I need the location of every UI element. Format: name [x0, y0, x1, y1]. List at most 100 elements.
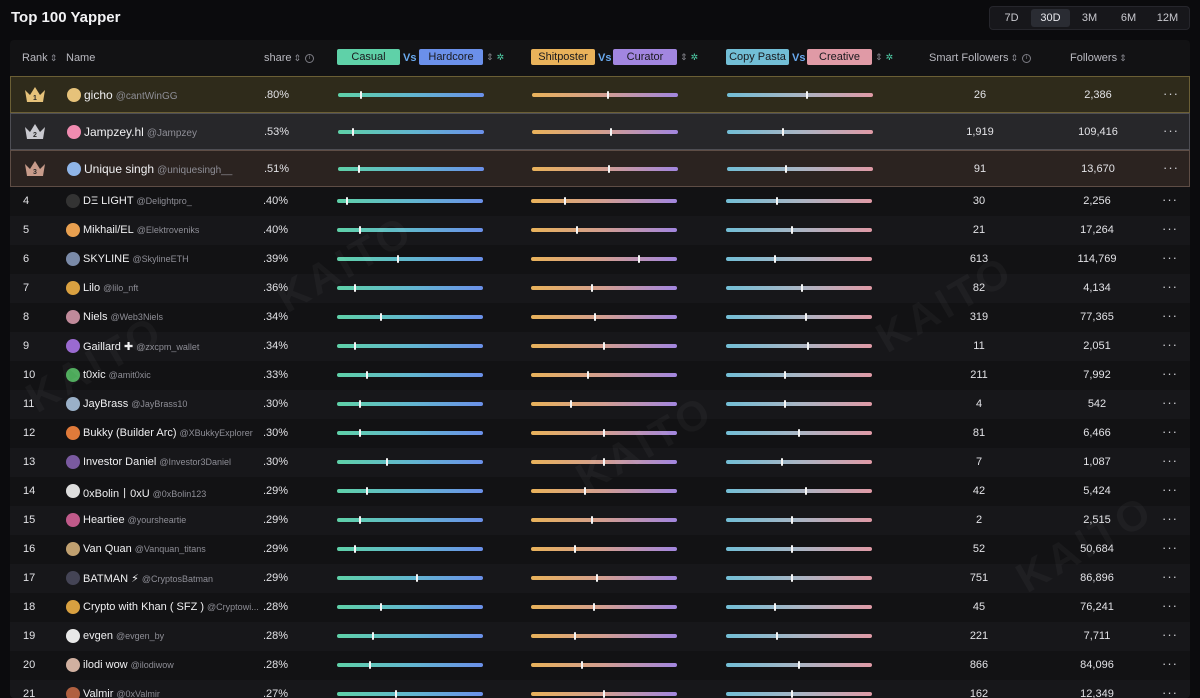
table-row[interactable]: 9 Gaillard ✚ @zxcpm_wallet .34% 11 2,051 ··· — [10, 332, 1190, 361]
avatar[interactable] — [67, 125, 81, 139]
period-7d[interactable]: 7D — [992, 9, 1031, 27]
table-row[interactable]: 18 Crypto with Khan ( SFZ ) @Cryptowi... .2… — [10, 593, 1190, 622]
user-name[interactable]: Unique singh @uniquesingh__ — [84, 162, 232, 176]
table-row-top[interactable]: 2 Jampzey.hl @Jampzey .53% 1,919 109,416 ··· — [10, 113, 1190, 150]
avatar[interactable] — [66, 629, 80, 643]
avatar[interactable] — [66, 397, 80, 411]
more-options-icon[interactable]: ··· — [1162, 424, 1178, 439]
table-row-top[interactable]: 3 Unique singh @uniquesingh__ .51% 91 13,670 ·… — [10, 150, 1190, 187]
avatar[interactable] — [66, 658, 80, 672]
hardcore-pill[interactable]: Hardcore — [419, 49, 483, 65]
user-name[interactable]: Heartiee @yoursheartie — [83, 514, 186, 526]
share-header[interactable]: share ⇕ i — [264, 52, 315, 64]
smart-followers-header[interactable]: Smart Followers ⇕ i — [929, 52, 1032, 64]
more-options-icon[interactable]: ··· — [1162, 511, 1178, 526]
more-options-icon[interactable]: ··· — [1162, 279, 1178, 294]
table-row[interactable]: 11 JayBrass @JayBrass10 .30% 4 542 ··· — [10, 390, 1190, 419]
user-name[interactable]: Crypto with Khan ( SFZ ) @Cryptowi... — [83, 601, 259, 613]
avatar[interactable] — [66, 513, 80, 527]
user-name[interactable]: evgen @evgen_by — [83, 630, 164, 642]
table-row-top[interactable]: 1 gicho @cantWinGG .80% 26 2,386 ··· — [10, 76, 1190, 113]
rank-header[interactable]: Rank ⇕ — [22, 52, 57, 64]
avatar[interactable] — [66, 426, 80, 440]
period-30d[interactable]: 30D — [1031, 9, 1070, 27]
avatar[interactable] — [66, 600, 80, 614]
avatar[interactable] — [67, 88, 81, 102]
table-row[interactable]: 15 Heartiee @yoursheartie .29% 2 2,515 ··· — [10, 506, 1190, 535]
more-options-icon[interactable]: ··· — [1162, 308, 1178, 323]
user-name[interactable]: Lilo @lilo_nft — [83, 282, 138, 294]
table-row[interactable]: 10 t0xic @amit0xic .33% 211 7,992 ··· — [10, 361, 1190, 390]
more-options-icon[interactable]: ··· — [1162, 569, 1178, 584]
avatar[interactable] — [66, 484, 80, 498]
avatar[interactable] — [66, 571, 80, 585]
user-name[interactable]: ilodi wow @ilodiwow — [83, 659, 174, 671]
gear-icon[interactable]: ✲ — [691, 52, 699, 62]
table-row[interactable]: 21 Valmir @0xValmir .27% 162 12,349 ··· — [10, 680, 1190, 698]
user-name[interactable]: Investor Daniel @Investor3Daniel — [83, 456, 231, 468]
user-name[interactable]: t0xic @amit0xic — [83, 369, 151, 381]
info-icon[interactable]: i — [305, 53, 315, 63]
table-row[interactable]: 19 evgen @evgen_by .28% 221 7,711 ··· — [10, 622, 1190, 651]
followers-header[interactable]: Followers ⇕ — [1070, 52, 1127, 64]
sort-icon[interactable]: ⇕ ✲ — [680, 52, 698, 63]
avatar[interactable] — [66, 455, 80, 469]
more-options-icon[interactable]: ··· — [1162, 453, 1178, 468]
curator-pill[interactable]: Curator — [613, 49, 677, 65]
table-row[interactable]: 16 Van Quan @Vanquan_titans .29% 52 50,684 ··· — [10, 535, 1190, 564]
avatar[interactable] — [66, 687, 80, 698]
more-options-icon[interactable]: ··· — [1162, 366, 1178, 381]
avatar[interactable] — [67, 162, 81, 176]
table-row[interactable]: 20 ilodi wow @ilodiwow .28% 866 84,096 ··· — [10, 651, 1190, 680]
avatar[interactable] — [66, 194, 80, 208]
more-options-icon[interactable]: ··· — [1162, 221, 1178, 236]
table-row[interactable]: 12 Bukky (Builder Arc) @XBukkyExplorer .30%… — [10, 419, 1190, 448]
user-name[interactable]: SKYLINE @SkylineETH — [83, 253, 189, 265]
avatar[interactable] — [66, 542, 80, 556]
more-options-icon[interactable]: ··· — [1162, 337, 1178, 352]
user-name[interactable]: Niels @Web3Niels — [83, 311, 163, 323]
user-name[interactable]: Van Quan @Vanquan_titans — [83, 543, 206, 555]
table-row[interactable]: 5 Mikhail/EL @Elektroveniks .40% 21 17,264 ··· — [10, 216, 1190, 245]
user-name[interactable]: JayBrass @JayBrass10 — [83, 398, 187, 410]
avatar[interactable] — [66, 339, 80, 353]
table-row[interactable]: 4 DΞ LIGHT @Delightpro_ .40% 30 2,256 ··· — [10, 187, 1190, 216]
period-12m[interactable]: 12M — [1148, 9, 1187, 27]
period-6m[interactable]: 6M — [1109, 9, 1148, 27]
more-options-icon[interactable]: ··· — [1162, 627, 1178, 642]
avatar[interactable] — [66, 310, 80, 324]
more-options-icon[interactable]: ··· — [1162, 656, 1178, 671]
sort-icon[interactable]: ⇕ ✲ — [875, 52, 893, 63]
creative-pill[interactable]: Creative — [807, 49, 872, 65]
more-options-icon[interactable]: ··· — [1163, 86, 1179, 101]
table-row[interactable]: 7 Lilo @lilo_nft .36% 82 4,134 ··· — [10, 274, 1190, 303]
table-row[interactable]: 17 BATMAN ⚡ @CryptosBatman .29% 751 86,896 ··· — [10, 564, 1190, 593]
avatar[interactable] — [66, 281, 80, 295]
more-options-icon[interactable]: ··· — [1163, 160, 1179, 175]
copy-pasta-pill[interactable]: Copy Pasta — [726, 49, 789, 65]
user-name[interactable]: Jampzey.hl @Jampzey — [84, 125, 197, 139]
casual-pill[interactable]: Casual — [337, 49, 400, 65]
user-name[interactable]: Bukky (Builder Arc) @XBukkyExplorer — [83, 427, 253, 439]
more-options-icon[interactable]: ··· — [1162, 540, 1178, 555]
info-icon[interactable]: i — [1022, 53, 1032, 63]
more-options-icon[interactable]: ··· — [1162, 482, 1178, 497]
table-row[interactable]: 14 0xBolin丨0xU @0xBolin123 .29% 42 5,424 ··· — [10, 477, 1190, 506]
avatar[interactable] — [66, 368, 80, 382]
more-options-icon[interactable]: ··· — [1162, 598, 1178, 613]
user-name[interactable]: Valmir @0xValmir — [83, 688, 160, 698]
user-name[interactable]: DΞ LIGHT @Delightpro_ — [83, 195, 192, 207]
user-name[interactable]: BATMAN ⚡ @CryptosBatman — [83, 572, 213, 585]
user-name[interactable]: Gaillard ✚ @zxcpm_wallet — [83, 340, 199, 353]
avatar[interactable] — [66, 223, 80, 237]
user-name[interactable]: 0xBolin丨0xU @0xBolin123 — [83, 485, 206, 501]
period-3m[interactable]: 3M — [1070, 9, 1109, 27]
more-options-icon[interactable]: ··· — [1163, 123, 1179, 138]
shitposter-pill[interactable]: Shitposter — [531, 49, 595, 65]
gear-icon[interactable]: ✲ — [497, 52, 505, 62]
table-row[interactable]: 13 Investor Daniel @Investor3Daniel .30% 7 1,… — [10, 448, 1190, 477]
user-name[interactable]: gicho @cantWinGG — [84, 88, 178, 102]
more-options-icon[interactable]: ··· — [1162, 250, 1178, 265]
avatar[interactable] — [66, 252, 80, 266]
more-options-icon[interactable]: ··· — [1162, 395, 1178, 410]
